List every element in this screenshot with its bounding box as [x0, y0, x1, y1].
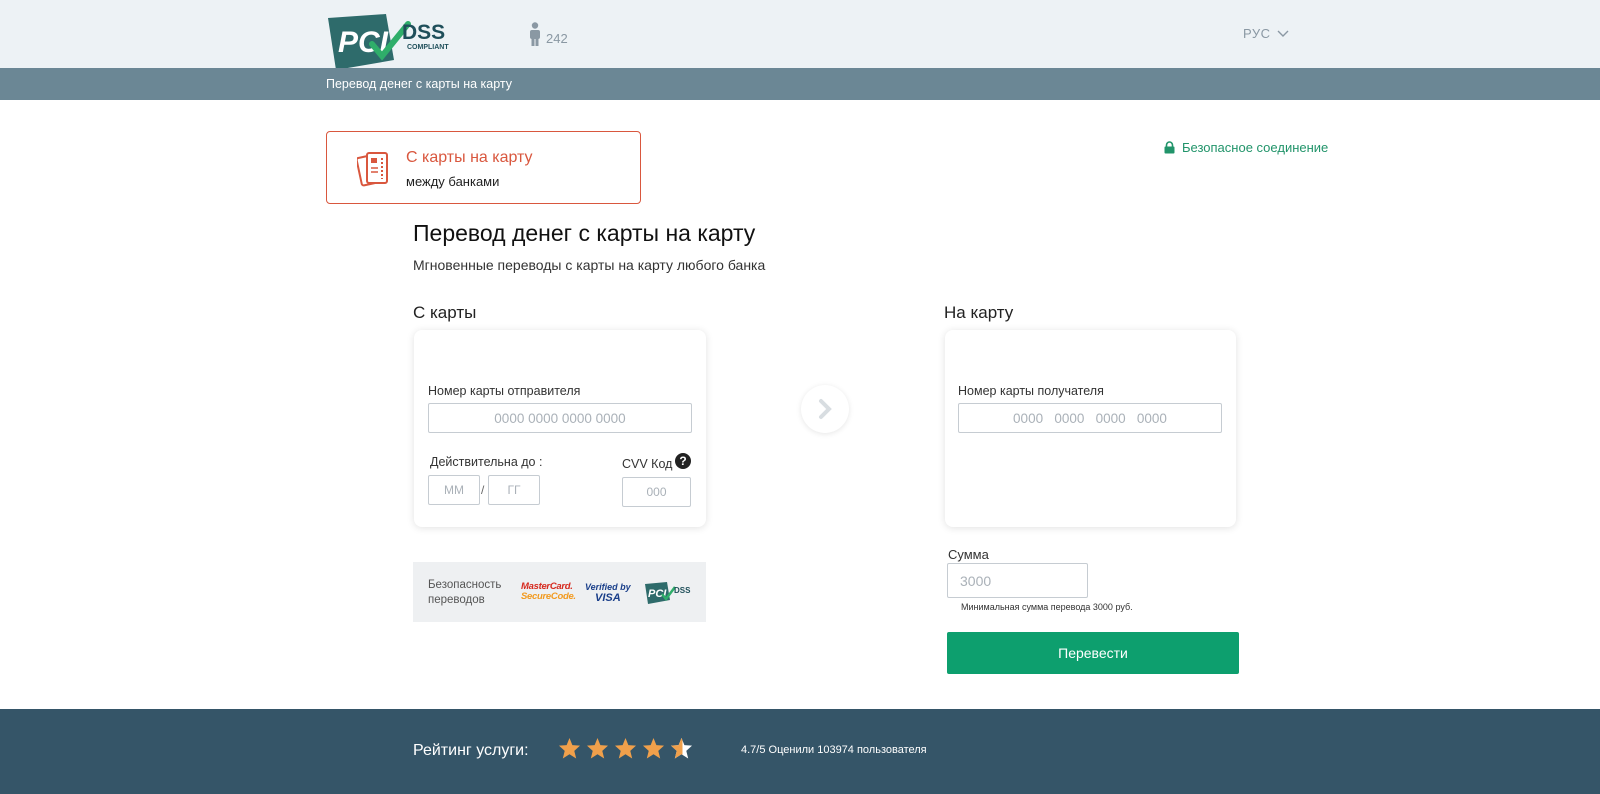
rating-summary: 4.7/5 Оценили 103974 пользователя: [741, 744, 927, 756]
recipient-card-input[interactable]: [958, 403, 1222, 433]
to-card-panel: Номер карты получателя: [945, 330, 1236, 527]
chevron-down-icon: [1277, 30, 1289, 37]
star-icon[interactable]: [586, 737, 609, 759]
expiry-year-input[interactable]: [488, 475, 540, 505]
visa-text: VISA: [595, 592, 621, 604]
cvv-input[interactable]: [622, 477, 691, 507]
star-icon[interactable]: [642, 737, 665, 759]
arrow-button: [801, 385, 849, 433]
star-icon[interactable]: [558, 737, 581, 759]
top-bar: PCI DSS COMPLIANT 242 РУС: [0, 0, 1600, 70]
from-card-title: С карты: [413, 303, 477, 322]
compliant-text: COMPLIANT: [407, 44, 449, 51]
security-label: Безопасность переводов: [428, 579, 502, 606]
secure-connection-label: Безопасное соединение: [1182, 140, 1329, 155]
transfer-type-card[interactable]: С карты на карту между банками: [326, 131, 641, 204]
expiry-label: Действительна до :: [430, 455, 543, 469]
verified-by-visa-logo: Verified by VISA: [585, 582, 631, 604]
sub-navigation-bar: Перевод денег с карты на карту: [0, 68, 1600, 100]
amount-label: Сумма: [948, 547, 989, 562]
pci-dss-badge: PCI DSS: [645, 582, 691, 604]
star-icon[interactable]: [614, 737, 637, 759]
language-selector[interactable]: РУС: [1243, 26, 1289, 41]
to-card-title: На карту: [944, 303, 1014, 322]
securecode-text: SecureCode.: [521, 591, 576, 602]
transfer-type-subtitle: между банками: [406, 174, 500, 189]
rating-stars[interactable]: [558, 737, 693, 759]
lock-icon: [1164, 141, 1175, 154]
page-title: Перевод денег с карты на карту: [413, 220, 756, 246]
recipient-card-label: Номер карты получателя: [958, 384, 1104, 398]
language-label: РУС: [1243, 26, 1271, 41]
amount-input[interactable]: [947, 563, 1088, 598]
pci-dss-logo: PCI DSS COMPLIANT: [328, 14, 449, 70]
sender-card-input[interactable]: [428, 403, 692, 433]
transfer-button[interactable]: Перевести: [947, 632, 1239, 674]
security-badges: Безопасность переводов MasterCard. Secur…: [413, 562, 706, 622]
person-icon: [530, 22, 540, 46]
cards-icon: [357, 152, 388, 187]
breadcrumb[interactable]: Перевод денег с карты на карту: [326, 77, 512, 91]
chevron-right-icon: [819, 399, 832, 419]
dss-text: DSS: [402, 21, 445, 44]
from-card-panel: Номер карты отправителя Действительна до…: [414, 330, 706, 527]
sender-card-label: Номер карты отправителя: [428, 384, 581, 398]
transfer-type-title: С карты на карту: [406, 149, 533, 166]
footer: Рейтинг услуги: 4.7/5 Оценили 103974 пол…: [0, 709, 1600, 794]
rating-label: Рейтинг услуги:: [413, 742, 529, 759]
secure-connection: Безопасное соединение: [1164, 140, 1328, 155]
expiry-month-input[interactable]: [428, 475, 480, 505]
page-subtitle: Мгновенные переводы с карты на карту люб…: [413, 257, 766, 273]
visitor-count: 242: [546, 31, 568, 46]
mastercard-securecode-logo: MasterCard. SecureCode.: [521, 582, 576, 602]
cvv-label: CVV Код: [622, 457, 673, 471]
expiry-separator: /: [481, 483, 485, 497]
partial-star-icon[interactable]: [670, 737, 693, 759]
cvv-help-icon[interactable]: ?: [675, 453, 691, 469]
min-amount-note: Минимальная сумма перевода 3000 руб.: [961, 602, 1133, 612]
visitor-counter: 242: [528, 22, 568, 46]
badge-dss-text: DSS: [674, 586, 691, 595]
